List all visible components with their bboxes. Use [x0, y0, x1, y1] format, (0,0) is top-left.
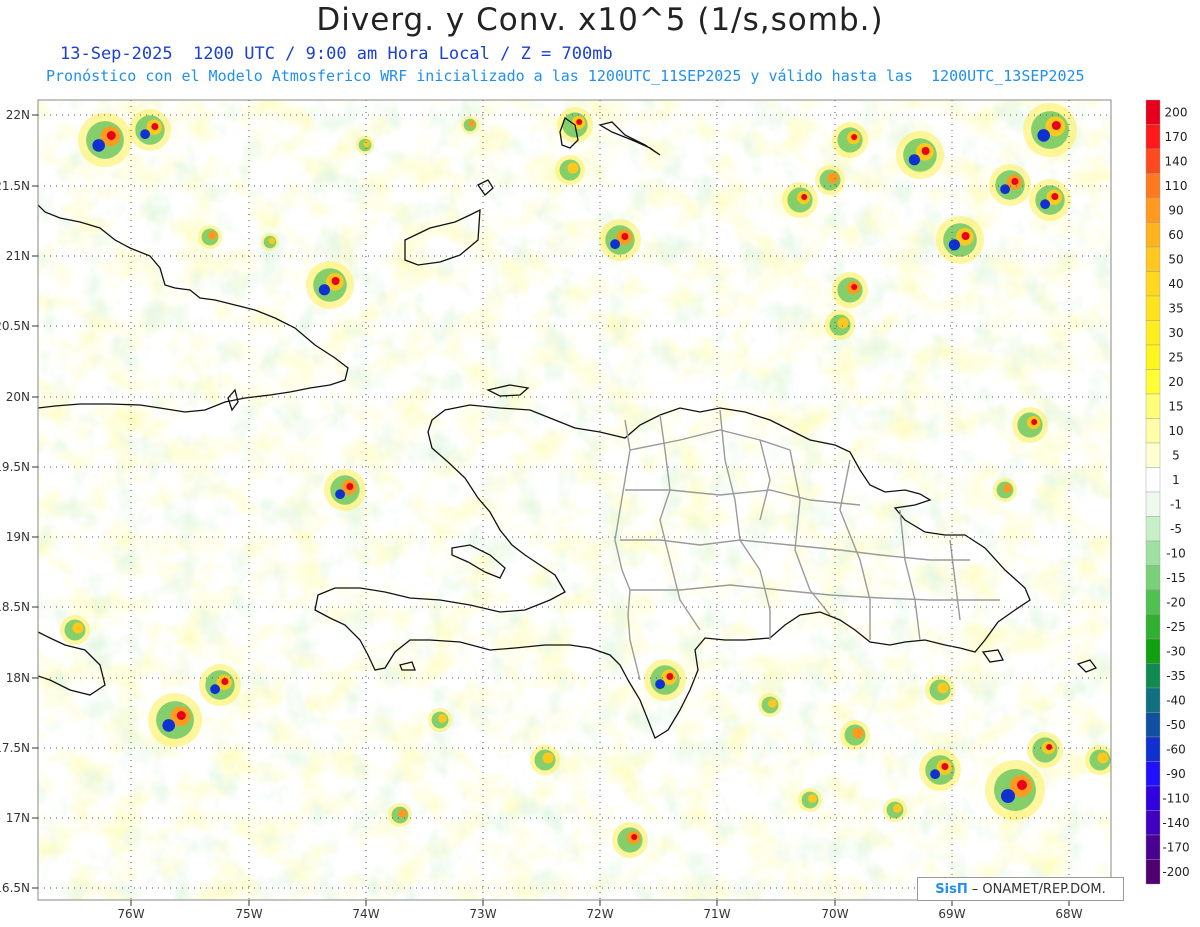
lon-label: 70W	[821, 907, 848, 921]
colorbar-swatch	[1145, 687, 1161, 713]
colorbar-swatch	[1145, 393, 1161, 419]
colorbar-label: -5	[1170, 522, 1182, 536]
colorbar-swatch	[1145, 124, 1161, 150]
credit-box: SisΠ – ONAMET/REP.DOM.	[917, 877, 1124, 901]
lon-label: 74W	[352, 907, 379, 921]
valid-time-subtitle: 13-Sep-2025 1200 UTC / 9:00 am Hora Loca…	[60, 44, 613, 64]
chart-title: Diverg. y Conv. x10^5 (1/s,somb.)	[316, 2, 884, 38]
colorbar-swatch	[1145, 785, 1161, 811]
colorbar-label: -60	[1166, 742, 1186, 756]
colorbar-label: -40	[1166, 693, 1186, 707]
lat-label: 17N	[6, 811, 30, 825]
colorbar-label: 40	[1168, 277, 1183, 291]
colorbar-swatch	[1145, 491, 1161, 517]
colorbar-label: -20	[1166, 595, 1186, 609]
colorbar-swatch	[1145, 712, 1161, 738]
longitude-axis: 76W 75W 74W 73W 72W 71W 70W 69W 68W	[117, 900, 1083, 921]
colorbar-label: -35	[1166, 669, 1186, 683]
lon-label: 71W	[703, 907, 730, 921]
colorbar-swatch	[1145, 859, 1161, 885]
lat-label: 17.5N	[0, 741, 30, 755]
colorbar-label: 20	[1168, 375, 1183, 389]
colorbar-label: 25	[1168, 350, 1183, 364]
colorbar-swatch	[1145, 540, 1161, 566]
colorbar-label: 1	[1172, 473, 1180, 487]
colorbar-label: 170	[1165, 130, 1188, 144]
colorbar-swatch	[1145, 736, 1161, 762]
colorbar-label: -15	[1166, 571, 1186, 585]
colorbar-swatch	[1145, 222, 1161, 248]
sisp-logo: SisΠ	[935, 881, 968, 897]
colorbar-swatch	[1145, 320, 1161, 346]
colorbar-label: -90	[1166, 767, 1186, 781]
lon-label: 75W	[235, 907, 262, 921]
colorbar-label: -1	[1170, 497, 1182, 511]
colorbar: 200 170 140 110 90 60 50 40 35 30 25 20 15 10 5 1 -1 -5 -1…	[1145, 99, 1190, 885]
colorbar-label: 35	[1168, 301, 1183, 315]
colorbar-label: -10	[1166, 546, 1186, 560]
colorbar-swatch	[1145, 246, 1161, 272]
colorbar-swatch	[1145, 638, 1161, 664]
colorbar-swatch	[1145, 173, 1161, 199]
colorbar-swatch	[1145, 295, 1161, 321]
credit-text: – ONAMET/REP.DOM.	[971, 881, 1106, 897]
lon-label: 73W	[469, 907, 496, 921]
lat-label: 20.5N	[0, 319, 30, 333]
colorbar-label: 5	[1172, 448, 1180, 462]
lat-label: 16.5N	[0, 881, 30, 895]
lat-label: 20N	[6, 390, 30, 404]
colorbar-swatch	[1145, 418, 1161, 444]
colorbar-label: 30	[1168, 326, 1183, 340]
colorbar-label: 50	[1168, 252, 1183, 266]
colorbar-swatch	[1145, 834, 1161, 860]
colorbar-label: -170	[1162, 840, 1189, 854]
lat-label: 21.5N	[0, 179, 30, 193]
colorbar-swatch	[1145, 761, 1161, 787]
field-shading	[38, 100, 1111, 900]
model-subtitle: Pronóstico con el Modelo Atmosferico WRF…	[46, 67, 1085, 85]
lat-label: 21N	[6, 249, 30, 263]
lat-label: 18N	[6, 671, 30, 685]
colorbar-label: -25	[1166, 620, 1186, 634]
colorbar-swatch	[1145, 271, 1161, 297]
colorbar-swatch	[1145, 344, 1161, 370]
colorbar-label: 60	[1168, 228, 1183, 242]
colorbar-swatch	[1145, 565, 1161, 591]
colorbar-swatch	[1145, 442, 1161, 468]
colorbar-swatch	[1145, 810, 1161, 836]
colorbar-label: 90	[1168, 203, 1183, 217]
colorbar-swatch	[1145, 197, 1161, 223]
colorbar-label: 10	[1168, 424, 1183, 438]
lon-label: 76W	[117, 907, 144, 921]
lon-label: 68W	[1055, 907, 1082, 921]
colorbar-label: -140	[1162, 816, 1189, 830]
colorbar-swatch	[1145, 369, 1161, 395]
colorbar-swatch	[1145, 589, 1161, 615]
colorbar-label: -30	[1166, 644, 1186, 658]
latitude-axis: 22N 21.5N 21N 20.5N 20N 19.5N 19N 18.5N 18N 17.5N…	[0, 108, 38, 895]
colorbar-swatch	[1145, 99, 1161, 125]
colorbar-label: -50	[1166, 718, 1186, 732]
colorbar-swatch	[1145, 467, 1161, 493]
colorbar-swatch	[1145, 516, 1161, 542]
colorbar-swatch	[1145, 663, 1161, 689]
colorbar-label: 15	[1168, 399, 1183, 413]
lat-label: 19.5N	[0, 460, 30, 474]
colorbar-label: -110	[1162, 791, 1189, 805]
lat-label: 22N	[6, 108, 30, 122]
lon-label: 72W	[586, 907, 613, 921]
lon-label: 69W	[938, 907, 965, 921]
colorbar-swatch	[1145, 614, 1161, 640]
colorbar-swatch	[1145, 148, 1161, 174]
lat-label: 19N	[6, 530, 30, 544]
divergence-map: 22N 21.5N 21N 20.5N 20N 19.5N 19N 18.5N 18N 17.5N…	[0, 99, 1190, 921]
colorbar-label: -200	[1162, 865, 1189, 879]
colorbar-label: 200	[1165, 105, 1188, 119]
lat-label: 18.5N	[0, 600, 30, 614]
colorbar-label: 140	[1165, 154, 1188, 168]
colorbar-label: 110	[1165, 179, 1188, 193]
